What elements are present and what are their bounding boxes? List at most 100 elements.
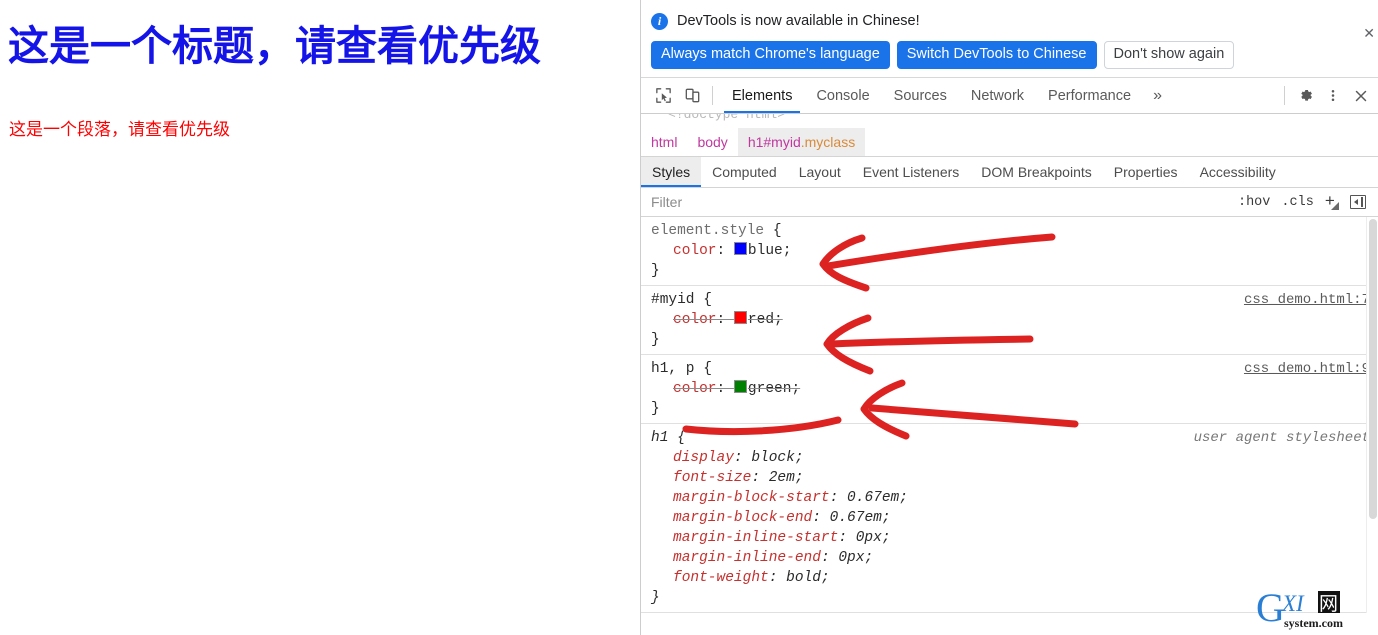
declaration-property: display (673, 450, 734, 466)
notification-buttons-row: Always match Chrome's language Switch De… (641, 34, 1378, 69)
declaration: margin-inline-end: 0px; (641, 548, 1378, 568)
declaration: margin-block-end: 0.67em; (641, 508, 1378, 528)
breadcrumb-item-html[interactable]: html (641, 128, 687, 156)
tab-accessibility[interactable]: Accessibility (1189, 157, 1287, 187)
declaration-colon: : (733, 450, 752, 466)
toolbar-right-icons (1292, 78, 1378, 113)
tab-layout[interactable]: Layout (788, 157, 852, 187)
device-toolbar-icon[interactable] (679, 83, 705, 109)
declaration-value[interactable]: red (748, 312, 774, 328)
declaration: font-weight: bold; (641, 568, 1378, 588)
tab-styles[interactable]: Styles (641, 157, 702, 187)
always-match-chrome-language-button[interactable]: Always match Chrome's language (651, 41, 890, 69)
tab-performance[interactable]: Performance (1036, 78, 1143, 113)
declaration-semicolon: ; (899, 490, 908, 506)
tab-elements[interactable]: Elements (720, 78, 804, 113)
hov-toggle[interactable]: :hov (1238, 195, 1270, 210)
rule-source-link[interactable]: css_demo.html:7 (1244, 290, 1370, 310)
declaration-property[interactable]: color (673, 312, 717, 328)
rule-header: h1 { user agent stylesheet (641, 428, 1378, 448)
cls-toggle[interactable]: .cls (1281, 195, 1313, 210)
declaration-semicolon: ; (881, 510, 891, 526)
rule-source-link[interactable]: css_demo.html:9 (1244, 359, 1370, 379)
toolbar-divider-right (1284, 86, 1285, 105)
rule-header: #myid { css_demo.html:7 (641, 290, 1378, 310)
toggle-sidebar-icon[interactable] (1350, 195, 1366, 209)
tab-console[interactable]: Console (804, 78, 881, 113)
declaration-property[interactable]: color (673, 381, 717, 397)
declaration: margin-inline-start: 0px; (641, 528, 1378, 548)
toolbar-divider (712, 86, 713, 105)
rule-selector[interactable]: element.style (651, 223, 764, 239)
style-rule-h1-user-agent: h1 { user agent stylesheet display: bloc… (641, 424, 1378, 613)
rule-close-brace: } (651, 590, 660, 606)
styles-scrollbar[interactable] (1366, 217, 1378, 613)
dom-tree-sliver: <!doctype html> (641, 114, 1378, 128)
tab-network[interactable]: Network (959, 78, 1036, 113)
declaration-colon: : (716, 312, 734, 328)
kebab-menu-icon[interactable] (1320, 83, 1346, 109)
declaration-property[interactable]: color (673, 243, 717, 259)
breadcrumb-item-h1[interactable]: h1 #myid .myclass (737, 128, 866, 156)
declaration-property: margin-block-start (673, 490, 830, 506)
declaration-colon: : (768, 570, 787, 586)
tab-dom-breakpoints[interactable]: DOM Breakpoints (970, 157, 1102, 187)
declaration-colon: : (838, 530, 856, 546)
more-tabs-icon[interactable]: » (1143, 78, 1170, 113)
rule-close-brace: } (651, 332, 660, 348)
styles-scrollbar-thumb[interactable] (1369, 219, 1377, 519)
tab-computed[interactable]: Computed (701, 157, 788, 187)
color-swatch[interactable] (733, 242, 747, 255)
new-style-rule-button[interactable]: + (1325, 194, 1340, 211)
declaration-colon: : (716, 243, 734, 259)
declaration-property: font-size (673, 470, 752, 486)
declaration: color: blue; (641, 241, 1378, 261)
styles-rules-pane: element.style { color: blue; } #myid { c… (641, 217, 1378, 613)
filter-actions: :hov .cls + (1238, 194, 1378, 211)
color-swatch[interactable] (733, 311, 747, 324)
notification-close-icon[interactable]: ✕ (1363, 26, 1375, 40)
devtools-toolbar: Elements Console Sources Network Perform… (641, 78, 1378, 114)
declaration: color: green; (641, 379, 1378, 399)
tab-sources[interactable]: Sources (882, 78, 959, 113)
info-icon: i (651, 12, 668, 30)
rule-open-brace: { (694, 292, 712, 308)
devtools-panel: i DevTools is now available in Chinese! … (640, 0, 1378, 635)
color-swatch[interactable] (733, 380, 747, 393)
rule-header: element.style { (641, 221, 1378, 241)
page-heading: 这是一个标题，请查看优先级 (8, 23, 541, 69)
declaration-value[interactable]: blue (748, 243, 783, 259)
rule-open-brace: { (668, 430, 686, 446)
declaration: color: red; (641, 310, 1378, 330)
tab-event-listeners[interactable]: Event Listeners (852, 157, 971, 187)
dont-show-again-button[interactable]: Don't show again (1103, 41, 1235, 69)
devtools-language-notification: i DevTools is now available in Chinese! … (641, 0, 1378, 78)
declaration-semicolon: ; (782, 243, 792, 259)
rule-selector[interactable]: #myid (651, 292, 695, 308)
declaration-semicolon: ; (791, 381, 801, 397)
filter-input[interactable] (641, 188, 1238, 216)
breadcrumb-item-body[interactable]: body (687, 128, 737, 156)
declaration-colon: : (820, 550, 839, 566)
declaration-value: 0px (855, 530, 882, 546)
declaration-value: bold (786, 570, 821, 586)
declaration-property: font-weight (673, 570, 769, 586)
breadcrumb-tag: body (697, 134, 728, 150)
switch-devtools-to-chinese-button[interactable]: Switch DevTools to Chinese (896, 41, 1097, 69)
rule-selector[interactable]: h1 (651, 430, 668, 446)
gear-icon[interactable] (1292, 83, 1318, 109)
page-paragraph: 这是一个段落，请查看优先级 (9, 120, 230, 139)
tab-properties[interactable]: Properties (1103, 157, 1189, 187)
declaration-value[interactable]: green (748, 381, 792, 397)
rule-selector[interactable]: h1, p (651, 361, 695, 377)
declaration-semicolon: ; (864, 550, 874, 566)
notification-message: DevTools is now available in Chinese! (677, 13, 920, 29)
rule-open-brace: { (764, 223, 782, 239)
breadcrumb-id: #myid (763, 134, 801, 150)
declaration-colon: : (751, 470, 769, 486)
inspect-element-icon[interactable] (650, 83, 676, 109)
close-icon[interactable] (1348, 83, 1374, 109)
breadcrumb-tag: h1 (747, 134, 764, 150)
notification-message-row: i DevTools is now available in Chinese! (641, 0, 1378, 34)
declaration-value: block (751, 450, 795, 466)
